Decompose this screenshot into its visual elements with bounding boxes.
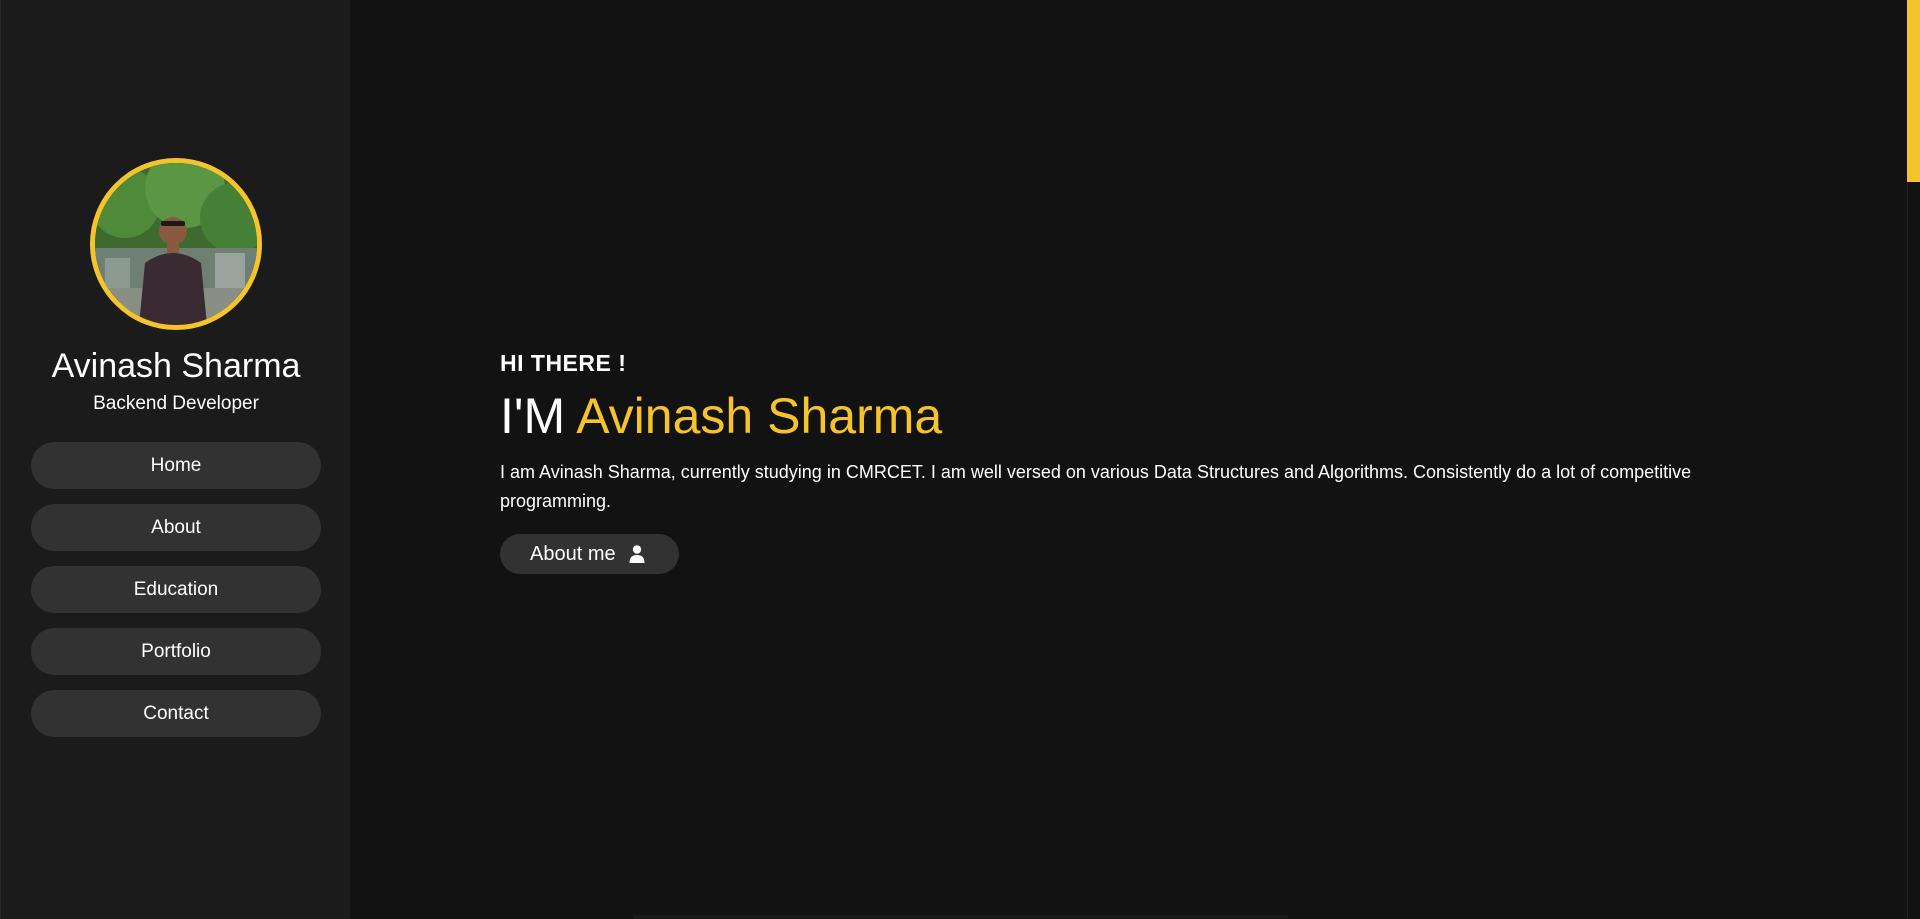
nav-item-home[interactable]: Home [31,442,321,489]
user-icon [629,545,645,563]
bottom-divider [633,915,1288,919]
main-content: HI THERE ! I'M Avinash Sharma I am Avina… [350,0,1920,919]
sidebar: Avinash Sharma Backend Developer Home Ab… [0,0,350,919]
nav-item-education[interactable]: Education [31,566,321,613]
profile-name: Avinash Sharma [51,347,301,385]
headline-name: Avinash Sharma [576,388,943,444]
page: Avinash Sharma Backend Developer Home Ab… [0,0,1920,919]
sidebar-nav: Home About Education Portfolio Contact [31,442,321,752]
avatar [90,158,262,330]
nav-item-about[interactable]: About [31,504,321,551]
profile-photo [95,163,257,325]
scrollbar[interactable] [1907,0,1920,919]
scrollbar-thumb[interactable] [1907,0,1920,182]
hero-headline: I'M Avinash Sharma [500,386,942,446]
intro-paragraph: I am Avinash Sharma, currently studying … [500,462,1692,511]
greeting-text: HI THERE ! [500,350,627,376]
nav-item-contact[interactable]: Contact [31,690,321,737]
profile-role: Backend Developer [93,393,259,414]
nav-item-portfolio[interactable]: Portfolio [31,628,321,675]
headline-prefix: I'M [500,388,566,444]
about-me-label: About me [530,543,616,565]
about-me-button[interactable]: About me [500,534,679,574]
